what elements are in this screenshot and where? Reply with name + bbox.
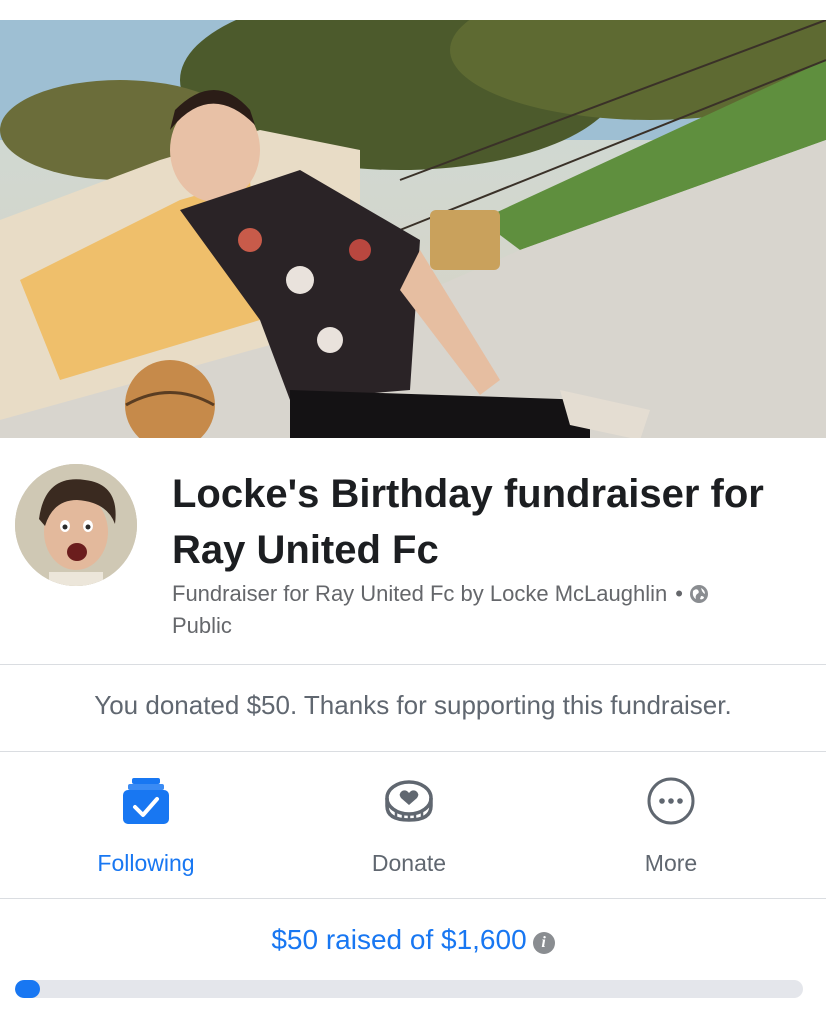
more-dots-icon	[644, 774, 698, 828]
organizer-link[interactable]: Fundraiser for Ray United Fc by Locke Mc…	[172, 581, 667, 606]
raised-text[interactable]: $50 raised of $1,600	[271, 924, 526, 955]
privacy-label: Public	[172, 613, 232, 638]
donate-heart-coin-icon	[382, 774, 436, 828]
avatar[interactable]	[15, 464, 137, 586]
separator-dot: •	[675, 581, 683, 606]
cover-photo	[0, 20, 826, 438]
page-title: Locke's Birthday fundraiser for Ray Unit…	[172, 472, 764, 572]
donation-message: You donated $50. Thanks for supporting t…	[94, 690, 732, 720]
donate-label: Donate	[371, 850, 447, 876]
globe-icon	[689, 581, 709, 603]
more-button[interactable]: More	[571, 774, 771, 877]
fundraiser-header: Locke's Birthday fundraiser for Ray Unit…	[0, 438, 826, 664]
progress-bar	[15, 980, 803, 998]
more-label: More	[644, 850, 698, 876]
following-check-icon	[119, 774, 173, 828]
following-button[interactable]: Following	[46, 774, 246, 877]
following-label: Following	[97, 850, 195, 876]
divider	[0, 664, 826, 665]
action-bar: Following Donate More	[0, 752, 826, 898]
raised-summary: $50 raised of $1,600 i	[0, 924, 826, 956]
donate-button[interactable]: Donate	[309, 774, 509, 877]
fundraiser-subtitle: Fundraiser for Ray United Fc by Locke Mc…	[172, 578, 802, 642]
info-icon[interactable]: i	[532, 932, 555, 954]
divider	[0, 898, 826, 899]
progress-fill	[15, 980, 40, 998]
